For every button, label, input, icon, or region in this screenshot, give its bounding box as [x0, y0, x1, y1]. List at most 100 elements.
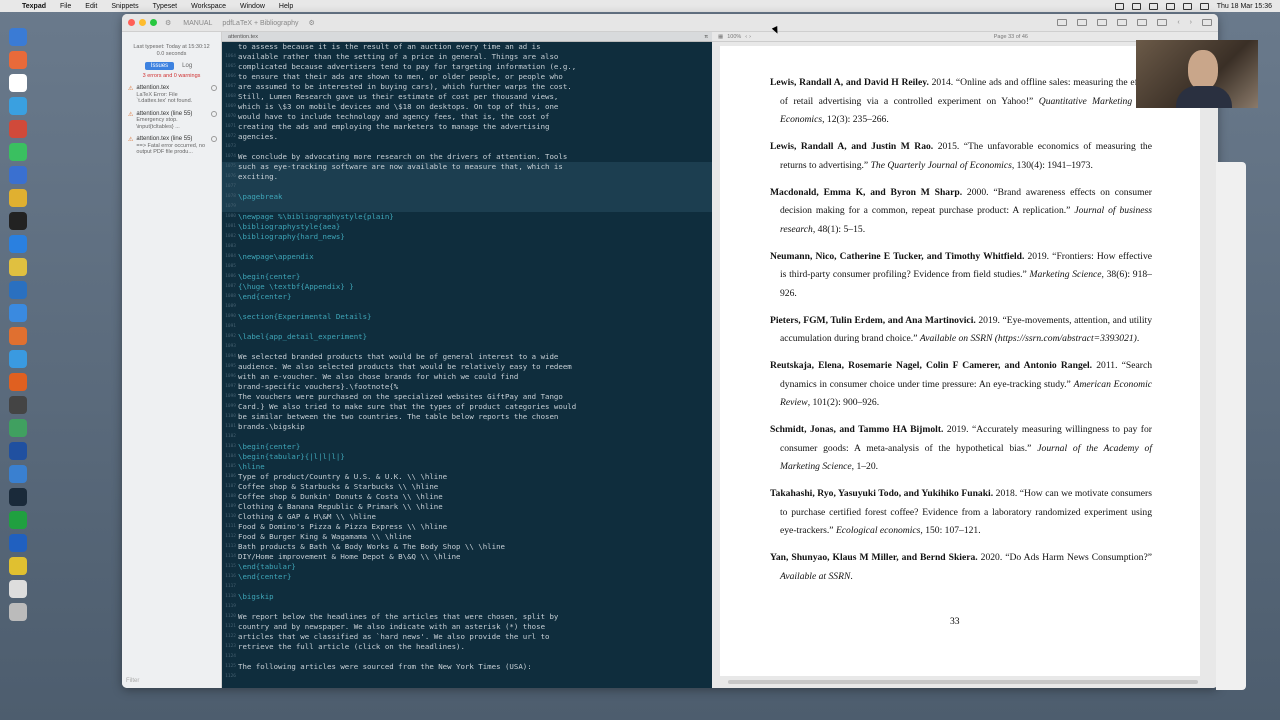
- app-icon[interactable]: [9, 350, 27, 368]
- app-icon[interactable]: [9, 212, 27, 230]
- typeset-engine[interactable]: pdfLaTeX + Bibliography: [222, 20, 298, 27]
- code-line[interactable]: 1082 \bibliography{hard_news}: [222, 232, 712, 242]
- code-line[interactable]: 1092 \label{app_detail_experiment}: [222, 332, 712, 342]
- code-line[interactable]: 1090 \section{Experimental Details}: [222, 312, 712, 322]
- grid-icon[interactable]: ▦: [718, 34, 723, 40]
- code-line[interactable]: 1110 Clothing & GAP & H\&M \\ \hline: [222, 512, 712, 522]
- code-line[interactable]: 1115 \end{tabular}: [222, 562, 712, 572]
- back-icon[interactable]: ‹: [1177, 19, 1179, 26]
- code-line[interactable]: 1070 would have to include technology and…: [222, 112, 712, 122]
- app-icon[interactable]: [9, 327, 27, 345]
- app-icon[interactable]: [9, 557, 27, 575]
- code-line[interactable]: 1104 \begin{tabular}{|l|l|l|}: [222, 452, 712, 462]
- code-line[interactable]: 1069 which is \$3 on mobile devices and \…: [222, 102, 712, 112]
- menubar-clock[interactable]: Thu 18 Mar 15:36: [1217, 3, 1272, 10]
- code-line[interactable]: 1106 Type of product/Country & U.S. & U.K…: [222, 472, 712, 482]
- code-line[interactable]: 1126: [222, 672, 712, 682]
- spotify-icon[interactable]: [9, 511, 27, 529]
- zoom-button[interactable]: [150, 19, 157, 26]
- panel-icon[interactable]: [1157, 19, 1168, 26]
- code-line[interactable]: 1111 Food & Domino's Pizza & Pizza Expres…: [222, 522, 712, 532]
- code-line[interactable]: 1102: [222, 432, 712, 442]
- menu-typeset[interactable]: Typeset: [153, 3, 178, 10]
- wifi-icon[interactable]: [1165, 2, 1175, 10]
- code-line[interactable]: 1084 \newpage\appendix: [222, 252, 712, 262]
- zoom-icon[interactable]: [9, 304, 27, 322]
- pi-icon[interactable]: π: [704, 34, 708, 40]
- reveal-icon[interactable]: [211, 85, 217, 91]
- source-editor[interactable]: attention.tex π to assess because it is …: [222, 32, 712, 688]
- share-icon[interactable]: [1057, 19, 1068, 26]
- code-line[interactable]: 1095 audience. We also selected products …: [222, 362, 712, 372]
- dropbox-icon[interactable]: [9, 235, 27, 253]
- search-icon[interactable]: [1199, 2, 1209, 10]
- tab-log[interactable]: Log: [176, 62, 198, 70]
- pdf-preview[interactable]: ▦ 100% ‹ › Page 33 of 46 Lewis, Randall …: [712, 32, 1218, 688]
- code-line[interactable]: 1114 DIY/Home improvement & Home Depot & …: [222, 552, 712, 562]
- code-line[interactable]: 1085: [222, 262, 712, 272]
- code-line[interactable]: 1074 We conclude by advocating more resea…: [222, 152, 712, 162]
- issue-item[interactable]: ⚠ attention.tex (line 55) Emergency stop.…: [128, 110, 217, 131]
- code-line[interactable]: 1073: [222, 142, 712, 152]
- code-line[interactable]: 1067 are assumed to be interested in buyi…: [222, 82, 712, 92]
- code-line[interactable]: 1103 \begin{center}: [222, 442, 712, 452]
- menu-help[interactable]: Help: [279, 3, 293, 10]
- code-line[interactable]: 1113 Bath products & Bath \& Body Works &…: [222, 542, 712, 552]
- code-line[interactable]: 1119: [222, 602, 712, 612]
- code-line[interactable]: 1064 available rather than the setting of…: [222, 52, 712, 62]
- code-line[interactable]: 1080 \newpage %\bibliographystyle{plain}: [222, 212, 712, 222]
- status-icon[interactable]: [1131, 2, 1141, 10]
- outline-icon[interactable]: [1117, 19, 1128, 26]
- launchpad-icon[interactable]: [9, 51, 27, 69]
- menu-workspace[interactable]: Workspace: [191, 3, 226, 10]
- status-icon[interactable]: [1114, 2, 1124, 10]
- layout-icon[interactable]: [1077, 19, 1088, 26]
- code-line[interactable]: 1065 complicated because advertisers tend…: [222, 62, 712, 72]
- code-line[interactable]: 1098 The vouchers were purchased on the s…: [222, 392, 712, 402]
- code-line[interactable]: 1087 {\huge \textbf{Appendix} }: [222, 282, 712, 292]
- code-line[interactable]: 1108 Coffee shop & Dunkin' Donuts & Costa…: [222, 492, 712, 502]
- settings-icon[interactable]: ⚙: [165, 19, 171, 27]
- app-icon[interactable]: [9, 419, 27, 437]
- minimize-button[interactable]: [139, 19, 146, 26]
- code-line[interactable]: 1109 Clothing & Banana Republic & Primark…: [222, 502, 712, 512]
- code-line[interactable]: 1078 \pagebreak: [222, 192, 712, 202]
- code-line[interactable]: 1089: [222, 302, 712, 312]
- code-line[interactable]: 1125 The following articles were sourced …: [222, 662, 712, 672]
- app-icon[interactable]: [9, 258, 27, 276]
- code-line[interactable]: 1083: [222, 242, 712, 252]
- menu-edit[interactable]: Edit: [85, 3, 97, 10]
- reveal-icon[interactable]: [211, 136, 217, 142]
- issue-item[interactable]: ⚠ attention.tex LaTeX Error: File `t.datt…: [128, 85, 217, 105]
- code-line[interactable]: 1086 \begin{center}: [222, 272, 712, 282]
- firefox-icon[interactable]: [9, 373, 27, 391]
- code-line[interactable]: 1123 retrieve the full article (click on …: [222, 642, 712, 652]
- whatsapp-icon[interactable]: [9, 143, 27, 161]
- code-line[interactable]: 1117: [222, 582, 712, 592]
- finder-icon[interactable]: [9, 28, 27, 46]
- code-line[interactable]: 1116 \end{center}: [222, 572, 712, 582]
- code-line[interactable]: to assess because it is the result of an…: [222, 42, 712, 52]
- typeset-mode[interactable]: MANUAL: [183, 20, 212, 27]
- code-area[interactable]: to assess because it is the result of an…: [222, 42, 712, 682]
- code-line[interactable]: 1112 Food & Burger King & Wagamama \\ \hl…: [222, 532, 712, 542]
- status-icon[interactable]: [1148, 2, 1158, 10]
- issue-item[interactable]: ⚠ attention.tex (line 55) ==> Fatal error…: [128, 136, 217, 156]
- app-icon[interactable]: [9, 465, 27, 483]
- code-line[interactable]: 1107 Coffee shop & Starbucks & Starbucks …: [222, 482, 712, 492]
- code-line[interactable]: 1101 brands.\bigskip: [222, 422, 712, 432]
- reveal-icon[interactable]: [211, 110, 217, 117]
- split-view-icon[interactable]: [1137, 19, 1148, 26]
- battery-icon[interactable]: [1182, 2, 1192, 10]
- code-line[interactable]: 1094 We selected branded products that wo…: [222, 352, 712, 362]
- code-line[interactable]: 1071 creating the ads and employing the m…: [222, 122, 712, 132]
- document-icon[interactable]: [9, 580, 27, 598]
- outlook-icon[interactable]: [9, 534, 27, 552]
- menu-app-name[interactable]: Texpad: [22, 3, 46, 10]
- close-button[interactable]: [128, 19, 135, 26]
- code-line[interactable]: 1076 exciting.: [222, 172, 712, 182]
- code-line[interactable]: 1124: [222, 652, 712, 662]
- code-line[interactable]: 1075 such as eye-tracking software are no…: [222, 162, 712, 172]
- gear-icon[interactable]: ⚙: [308, 20, 314, 27]
- app-icon[interactable]: [9, 396, 27, 414]
